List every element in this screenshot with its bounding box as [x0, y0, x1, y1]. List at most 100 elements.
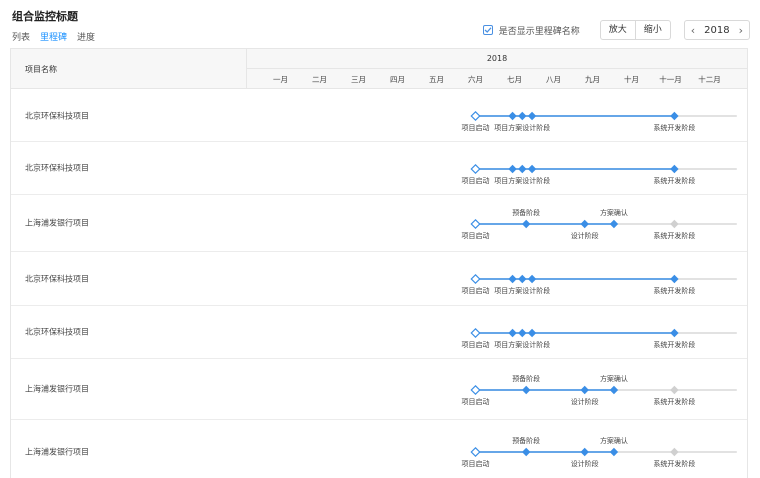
- milestone-marker[interactable]: [580, 447, 589, 457]
- show-milestone-names-toggle[interactable]: 是否显示里程碑名称: [482, 24, 580, 37]
- milestone-label: 方案确认: [600, 208, 628, 217]
- milestone-marker[interactable]: [470, 446, 481, 458]
- milestone-marker[interactable]: [470, 327, 481, 339]
- milestone-label: 方案确认: [600, 374, 628, 383]
- milestone-marker[interactable]: [670, 219, 679, 229]
- milestone-label: 系统开发阶段: [653, 286, 695, 295]
- milestone-label: 方案确认: [600, 436, 628, 445]
- milestone-timeline: 项目启动 项目方案设计阶段 系统开发阶段: [462, 273, 737, 295]
- month-header: 六月: [468, 74, 483, 84]
- month-header: 二月: [312, 74, 327, 84]
- table-row[interactable]: 北京环保科技项目 项目启动 项目方案设计阶段 系统开发阶段: [11, 90, 747, 142]
- zoom-in-button[interactable]: 放大: [601, 21, 635, 39]
- milestone-marker[interactable]: [609, 385, 619, 395]
- check-icon: [484, 27, 492, 33]
- zoom-out-button[interactable]: 缩小: [634, 21, 670, 39]
- month-header-row: 一月 二月 三月 四月 五月 六月 七月 八月 九月 十月 十一月 十二月: [247, 69, 747, 89]
- month-header: 四月: [390, 74, 405, 84]
- milestone-label: 系统开发阶段: [653, 459, 695, 468]
- chevron-right-icon[interactable]: ›: [739, 24, 743, 37]
- milestone-marker[interactable]: [518, 111, 527, 121]
- chevron-left-icon[interactable]: ‹: [691, 24, 695, 37]
- milestone-label: 项目启动: [462, 340, 490, 349]
- toolbar: 是否显示里程碑名称 放大 缩小 ‹ 2018 ›: [482, 20, 750, 40]
- milestone-label: 系统开发阶段: [653, 176, 695, 185]
- milestone-marker[interactable]: [580, 219, 589, 229]
- milestone-marker[interactable]: [580, 385, 589, 395]
- milestone-timeline: 项目启动 预备阶段设计阶段 方案确认系统开发阶段: [462, 374, 737, 406]
- milestone-marker[interactable]: [527, 328, 537, 338]
- milestone-timeline: 项目启动 项目方案设计阶段 系统开发阶段: [462, 110, 737, 132]
- milestone-marker[interactable]: [670, 111, 679, 121]
- milestone-label: 系统开发阶段: [653, 123, 695, 132]
- milestone-label: 项目启动: [462, 231, 490, 240]
- milestone-timeline: 项目启动 预备阶段设计阶段 方案确认系统开发阶段: [462, 208, 737, 240]
- month-header: 七月: [507, 74, 522, 84]
- zoom-buttons: 放大 缩小: [599, 20, 671, 40]
- milestone-marker[interactable]: [527, 111, 537, 121]
- milestone-label: 系统开发阶段: [653, 397, 695, 406]
- table-row[interactable]: 上海浦发银行项目 项目启动 预备阶段 设计阶段 方案确认 系统开发阶段: [11, 359, 747, 420]
- milestone-label: 系统开发阶段: [653, 340, 695, 349]
- milestone-marker[interactable]: [670, 328, 679, 338]
- milestone-label: 设计阶段: [571, 397, 599, 406]
- milestone-label: 设计阶段: [571, 459, 599, 468]
- month-header: 十月: [624, 74, 639, 84]
- milestone-marker[interactable]: [508, 328, 517, 338]
- milestone-marker[interactable]: [508, 164, 517, 174]
- view-tabs: 列表 里程碑 进度: [12, 30, 95, 43]
- month-header: 九月: [585, 74, 600, 84]
- tab-milestone[interactable]: 里程碑: [40, 30, 67, 43]
- table-row[interactable]: 北京环保科技项目 项目启动 项目方案设计阶段 系统开发阶段: [11, 142, 747, 195]
- milestone-marker[interactable]: [518, 328, 527, 338]
- tab-list[interactable]: 列表: [12, 30, 30, 43]
- page-title: 组合监控标题: [12, 10, 78, 23]
- milestone-label: 预备阶段: [512, 374, 540, 383]
- milestone-marker[interactable]: [470, 384, 481, 396]
- milestone-label: 项目启动: [462, 176, 490, 185]
- milestone-timeline: 项目启动 项目方案设计阶段 系统开发阶段: [462, 327, 737, 349]
- checkbox[interactable]: [482, 25, 493, 35]
- milestone-marker[interactable]: [522, 219, 531, 229]
- milestone-marker[interactable]: [670, 164, 679, 174]
- milestone-marker[interactable]: [508, 274, 517, 284]
- milestone-marker[interactable]: [470, 110, 481, 122]
- milestone-label: 系统开发阶段: [653, 231, 695, 240]
- milestone-label: 项目启动: [462, 397, 490, 406]
- milestone-marker[interactable]: [670, 274, 679, 284]
- table-row[interactable]: 上海浦发银行项目 项目启动 预备阶段 设计阶段 方案确认 系统开发阶段: [11, 195, 747, 252]
- milestone-marker[interactable]: [522, 447, 531, 457]
- milestone-marker[interactable]: [470, 273, 481, 285]
- milestone-marker[interactable]: [518, 274, 527, 284]
- table-row[interactable]: 北京环保科技项目 项目启动 项目方案设计阶段 系统开发阶段: [11, 306, 747, 359]
- month-header: 八月: [546, 74, 561, 84]
- milestone-marker[interactable]: [518, 164, 527, 174]
- milestone-label: 项目启动: [462, 286, 490, 295]
- tab-progress[interactable]: 进度: [77, 30, 95, 43]
- milestone-timeline: 项目启动 项目方案设计阶段 系统开发阶段: [462, 163, 737, 185]
- month-header: 五月: [429, 74, 444, 84]
- milestone-label: 项目方案设计阶段: [494, 340, 550, 349]
- milestone-marker[interactable]: [527, 164, 537, 174]
- milestone-label: 项目启动: [462, 459, 490, 468]
- milestone-marker[interactable]: [470, 218, 481, 230]
- milestone-label: 项目方案设计阶段: [494, 286, 550, 295]
- milestone-marker[interactable]: [527, 274, 537, 284]
- milestone-marker[interactable]: [508, 111, 517, 121]
- table-row[interactable]: 上海浦发银行项目 项目启动 预备阶段 设计阶段 方案确认 系统开发阶段: [11, 420, 747, 478]
- column-header-project-name: 项目名称: [11, 49, 247, 89]
- milestone-marker[interactable]: [609, 219, 619, 229]
- milestone-label: 设计阶段: [571, 231, 599, 240]
- milestone-timeline: 项目启动 预备阶段设计阶段 方案确认系统开发阶段: [462, 436, 737, 468]
- month-header: 十二月: [698, 74, 721, 84]
- milestone-marker[interactable]: [670, 447, 679, 457]
- milestone-marker[interactable]: [609, 447, 619, 457]
- table-header: 项目名称 2018 一月 二月 三月 四月 五月 六月 七月 八月 九月 十月 十一月 十二月: [11, 49, 747, 89]
- milestone-label: 预备阶段: [512, 436, 540, 445]
- table-row[interactable]: 北京环保科技项目 项目启动 项目方案设计阶段 系统开发阶段: [11, 252, 747, 306]
- milestone-marker[interactable]: [670, 385, 679, 395]
- month-header: 十一月: [659, 74, 682, 84]
- milestone-marker[interactable]: [522, 385, 531, 395]
- milestone-marker[interactable]: [470, 163, 481, 175]
- month-header: 一月: [273, 74, 288, 84]
